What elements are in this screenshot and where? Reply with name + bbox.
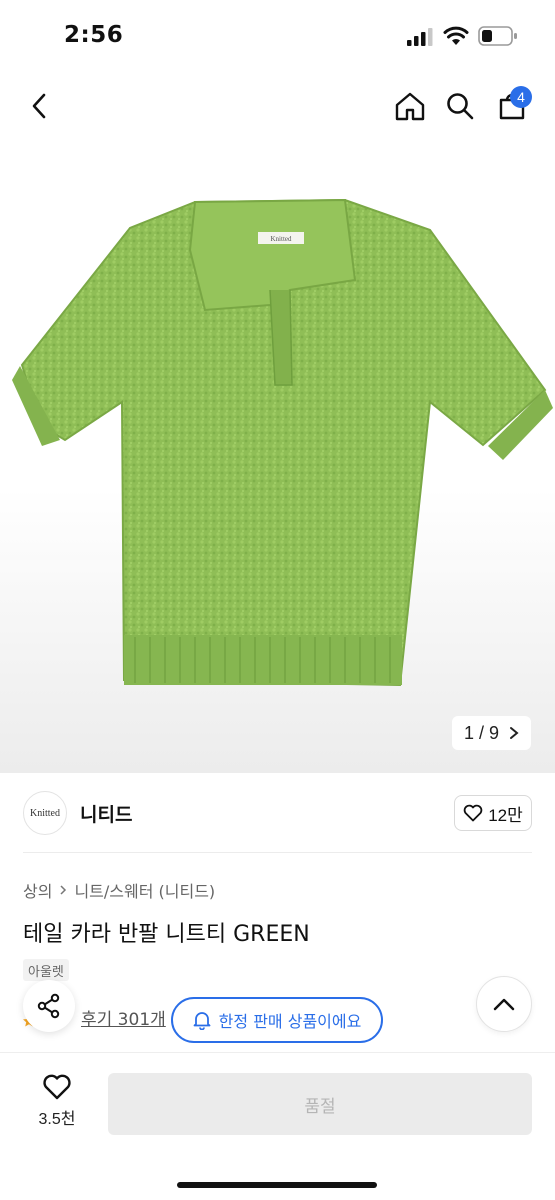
search-button[interactable] <box>440 86 480 126</box>
product-image-gallery[interactable]: Knitted <box>0 140 555 773</box>
battery-icon <box>478 26 517 46</box>
divider <box>23 852 532 853</box>
nav-bar <box>0 70 555 140</box>
heart-icon <box>463 804 483 822</box>
wishlist-count: 3.5천 <box>38 1111 76 1128</box>
chevron-right-icon <box>510 727 519 739</box>
home-icon <box>395 92 425 121</box>
chevron-up-icon <box>493 998 515 1011</box>
limited-sale-notice[interactable]: 한정 판매 상품이에요 <box>171 997 383 1043</box>
search-icon <box>447 93 474 120</box>
outlet-badge: 아울렛 <box>23 959 69 981</box>
home-indicator <box>177 1182 377 1188</box>
product-title: 테일 카라 반팔 니트티 GREEN <box>23 922 310 947</box>
status-time: 2:56 <box>64 22 124 48</box>
share-icon <box>37 993 60 1019</box>
chevron-right-icon <box>60 885 67 895</box>
status-bar: 2:56 <box>0 0 555 70</box>
product-image: Knitted <box>12 198 553 687</box>
review-count-link[interactable]: 후기 301개 <box>81 1005 166 1030</box>
scroll-top-button[interactable] <box>476 976 532 1032</box>
brand-logo[interactable]: Knitted <box>23 791 67 835</box>
neck-label-text: Knitted <box>271 235 292 243</box>
brand-name[interactable]: 니티드 <box>80 800 132 827</box>
brand-like-count: 12만 <box>488 805 523 825</box>
breadcrumb-item-subcategory[interactable]: 니트/스웨터 (니티드) <box>74 878 215 902</box>
bottom-action-bar: 3.5천 품절 <box>0 1052 555 1200</box>
back-button[interactable] <box>20 86 60 126</box>
home-button[interactable] <box>390 86 430 126</box>
breadcrumb: 상의 니트/스웨터 (니티드) <box>23 878 215 902</box>
brand-row: Knitted 니티드 12만 <box>0 773 555 853</box>
cart-count-badge: 4 <box>510 86 532 108</box>
bell-icon <box>193 1012 211 1030</box>
soldout-button: 품절 <box>108 1073 532 1135</box>
image-counter[interactable]: 1 / 9 <box>451 716 531 750</box>
cellular-signal-icon <box>407 28 433 46</box>
share-button[interactable] <box>23 980 75 1032</box>
wifi-icon <box>443 26 469 45</box>
heart-icon <box>43 1074 71 1100</box>
breadcrumb-item-category[interactable]: 상의 <box>23 878 52 902</box>
back-icon <box>32 93 46 119</box>
image-counter-text: 1 / 9 <box>463 722 499 743</box>
wishlist-button[interactable]: 3.5천 <box>22 1073 92 1133</box>
brand-like-button[interactable]: 12만 <box>454 795 532 831</box>
limited-sale-label: 한정 판매 상품이에요 <box>218 1012 362 1031</box>
